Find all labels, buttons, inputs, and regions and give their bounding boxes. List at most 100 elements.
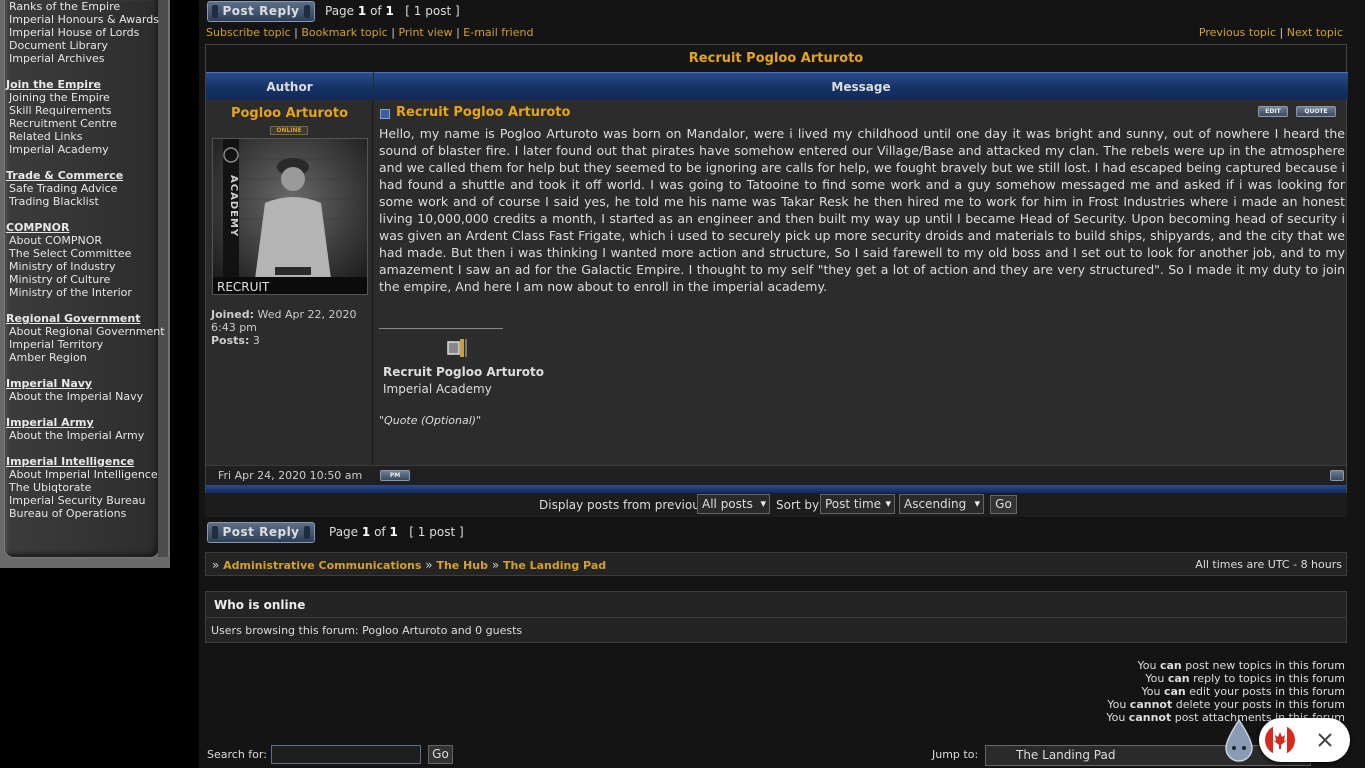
topic-title-bar: Recruit Pogloo Arturoto (206, 45, 1346, 72)
pm-button[interactable]: PM (380, 470, 410, 481)
sidebar-nav-item[interactable]: Bureau of Operations (6, 507, 158, 520)
sidebar-nav-item[interactable]: Imperial Academy (6, 143, 117, 156)
permission-line: You can post new topics in this forum (1137, 659, 1346, 672)
signature-quote: "Quote (Optional)" (379, 414, 482, 427)
sidebar-nav-item[interactable]: About the Imperial Army (6, 429, 144, 442)
post-table: Recruit Pogloo Arturoto Author Message P… (205, 44, 1348, 493)
sidebar-nav-item[interactable]: Trading Blacklist (6, 195, 123, 208)
nav-heading[interactable]: COMPNOR (6, 221, 132, 234)
nav-group: Regional Government About Regional Govern… (6, 312, 165, 364)
avatar: ACADEMY RECRUIT (212, 138, 368, 295)
sidebar-nav-item[interactable]: Ministry of Industry (6, 260, 132, 273)
users-browsing-text: Users browsing this forum: Pogloo Arturo… (211, 624, 523, 637)
sidebar-nav-item[interactable]: Ministry of the Interior (6, 286, 132, 299)
timezone-text: All times are UTC - 8 hours (1195, 558, 1342, 571)
language-popup (1259, 718, 1350, 762)
sidebar-nav-item[interactable]: Ministry of Culture (6, 273, 132, 286)
report-icon[interactable] (1330, 470, 1344, 481)
post-subject[interactable]: Recruit Pogloo Arturoto (396, 105, 570, 120)
breadcrumb: » Administrative Communications » The Hu… (205, 552, 1347, 576)
message-panel: Recruit Pogloo Arturoto EDIT QUOTE Hello… (374, 100, 1346, 465)
page-info: Page 1 of 1 [ 1 post ] (325, 4, 460, 18)
next-topic-link[interactable]: Next topic (1287, 26, 1343, 39)
sidebar-nav-item[interactable]: Joining the Empire (6, 91, 117, 104)
sidebar-nav-item[interactable]: Document Library (6, 39, 159, 52)
permission-line: You cannot delete your posts in this for… (1107, 698, 1345, 711)
nav-heading[interactable]: Imperial Intelligence (6, 455, 158, 468)
signature-divider (379, 328, 503, 329)
author-name[interactable]: Pogloo Arturoto (206, 106, 373, 121)
sidebar-nav-item[interactable]: Ranks of the Empire (6, 0, 159, 13)
author-details: Joined: Wed Apr 22, 2020 6:43 pm Posts: … (211, 308, 357, 347)
signature-name: Recruit Pogloo Arturoto (383, 365, 545, 379)
sidebar-nav-item[interactable]: Recruitment Centre (6, 117, 117, 130)
posts-range-select[interactable]: All posts (697, 494, 770, 514)
breadcrumb-administrative-communications[interactable]: Administrative Communications (223, 559, 421, 572)
sidebar-nav-item[interactable]: About Regional Government (6, 325, 165, 338)
sidebar-nav-item[interactable]: Imperial Honours & Awards (6, 13, 159, 26)
who-is-online-title[interactable]: Who is online (214, 598, 305, 612)
sidebar-nav-item[interactable]: Imperial Security Bureau (6, 494, 158, 507)
nav-group: COMPNOR About COMPNOR The Select Committee… (6, 221, 132, 299)
email-friend-link[interactable]: E-mail friend (463, 26, 533, 39)
nav-heading[interactable]: Imperial Army (6, 416, 144, 429)
display-go-button[interactable]: Go (990, 495, 1017, 514)
sidebar-nav-item[interactable]: Imperial Territory (6, 338, 165, 351)
nav-heading[interactable]: Join the Empire (6, 78, 117, 91)
close-icon[interactable] (1317, 732, 1333, 748)
edit-button[interactable]: EDIT (1258, 106, 1288, 117)
permission-line: You can edit your posts in this forum (1141, 685, 1346, 698)
author-column-header: Author (206, 72, 373, 100)
sidebar-nav-item[interactable]: Amber Region (6, 351, 165, 364)
post-reply-button[interactable]: Post Reply (207, 1, 315, 22)
sidebar-nav-item[interactable]: The Select Committee (6, 247, 132, 260)
quote-button[interactable]: QUOTE (1296, 106, 1336, 117)
post-reply-button-bottom[interactable]: Post Reply (207, 522, 315, 543)
signature-unit: Imperial Academy (383, 382, 492, 396)
subscribe-topic-link[interactable]: Subscribe topic (206, 26, 291, 39)
sidebar-nav-item[interactable]: About COMPNOR (6, 234, 132, 247)
post-body: Hello, my name is Pogloo Arturoto was bo… (379, 126, 1345, 294)
avatar-image: ACADEMY RECRUIT (213, 139, 367, 294)
display-posts-label: Display posts from previous: (539, 498, 711, 512)
search-go-button[interactable]: Go (428, 745, 453, 764)
who-is-online-panel: Who is online Users browsing this forum:… (205, 591, 1347, 643)
message-column-header: Message (374, 72, 1348, 100)
post-footer: Fri Apr 24, 2020 10:50 am PM (206, 465, 1346, 485)
sidebar-nav-item[interactable]: About Imperial Intelligence (6, 468, 158, 481)
breadcrumb-the-hub[interactable]: The Hub (436, 559, 488, 572)
sidebar-nav-item[interactable]: Imperial Archives (6, 52, 159, 65)
breadcrumb-the-landing-pad[interactable]: The Landing Pad (503, 559, 606, 572)
nav-heading[interactable]: Regional Government (6, 312, 165, 325)
droplet-mascot-icon (1225, 718, 1253, 762)
sidebar-nav-item[interactable]: The Ubiqtorate (6, 481, 158, 494)
canada-flag-icon[interactable] (1264, 724, 1296, 756)
sort-field-select[interactable]: Post time (820, 494, 895, 514)
permission-line: You can reply to topics in this forum (1145, 672, 1345, 685)
sidebar-nav-item[interactable]: About the Imperial Navy (6, 390, 143, 403)
sidebar: Ranks of the Empire Imperial Honours & Aw… (0, 0, 170, 568)
sort-order-select[interactable]: Ascending (899, 494, 984, 514)
search-input[interactable] (271, 745, 421, 764)
sort-by-label: Sort by (776, 498, 820, 512)
search-label: Search for: (207, 748, 267, 761)
sidebar-nav-item[interactable]: Skill Requirements (6, 104, 117, 117)
topic-title[interactable]: Recruit Pogloo Arturoto (689, 51, 863, 66)
jump-to-label: Jump to: (932, 748, 979, 761)
sidebar-nav-item[interactable]: Safe Trading Advice (6, 182, 123, 195)
author-panel: Pogloo Arturoto ONLINE ACADEMY RECRUIT J… (206, 100, 373, 465)
bookmark-topic-link[interactable]: Bookmark topic (301, 26, 387, 39)
sidebar-nav-item[interactable]: Imperial House of Lords (6, 26, 159, 39)
previous-topic-link[interactable]: Previous topic (1199, 26, 1276, 39)
signature-rank-icon (447, 339, 467, 357)
topic-navigation: Previous topic | Next topic (1198, 26, 1343, 39)
sidebar-nav-item[interactable]: Related Links (6, 130, 117, 143)
print-view-link[interactable]: Print view (398, 26, 452, 39)
topic-actions: Subscribe topic | Bookmark topic | Print… (206, 26, 534, 39)
post-date: Fri Apr 24, 2020 10:50 am (218, 469, 363, 482)
nav-heading[interactable]: Imperial Navy (6, 377, 143, 390)
nav-heading[interactable]: Trade & Commerce (6, 169, 123, 182)
nav-group: Ranks of the Empire Imperial Honours & Aw… (6, 0, 159, 65)
nav-group: Trade & Commerce Safe Trading Advice Tradi… (6, 169, 123, 208)
nav-group: Join the Empire Joining the Empire Skill R… (6, 78, 117, 156)
